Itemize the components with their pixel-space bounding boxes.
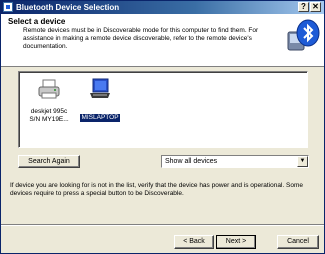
title-bar[interactable]: Bluetooth Device Selection ? ✕ [1,1,324,14]
help-button[interactable]: ? [298,2,309,12]
bluetooth-app-icon [3,2,13,12]
back-button[interactable]: < Back [174,235,214,249]
page-description: Remote devices must be in Discoverable m… [23,27,259,50]
wizard-header: Select a device Remote devices must be i… [1,14,324,67]
device-filter-value: Show all devices [165,158,218,165]
laptop-icon [90,78,110,98]
info-text: If device you are looking for is not in … [10,182,304,197]
device-label: MISLAPTOP [80,114,120,122]
next-button[interactable]: Next > [216,235,256,249]
device-label: deskjet 995c S/N MY19E... [29,108,69,123]
search-again-button[interactable]: Search Again [18,155,80,168]
dialog-window: Bluetooth Device Selection ? ✕ Select a … [0,0,325,254]
divider [1,224,324,226]
printer-icon [38,79,60,99]
window-title: Bluetooth Device Selection [16,3,120,12]
device-filter-select[interactable]: Show all devices ▼ [161,155,309,168]
chevron-down-icon[interactable]: ▼ [297,156,308,167]
bluetooth-wizard-icon [287,19,320,51]
list-item[interactable]: deskjet 995c S/N MY19E... [24,77,74,124]
device-list[interactable]: deskjet 995c S/N MY19E... MISLAPTOP [18,71,308,148]
list-item[interactable]: MISLAPTOP [75,77,125,124]
cancel-button[interactable]: Cancel [277,235,319,249]
page-title: Select a device [8,17,66,26]
close-button[interactable]: ✕ [310,2,321,12]
